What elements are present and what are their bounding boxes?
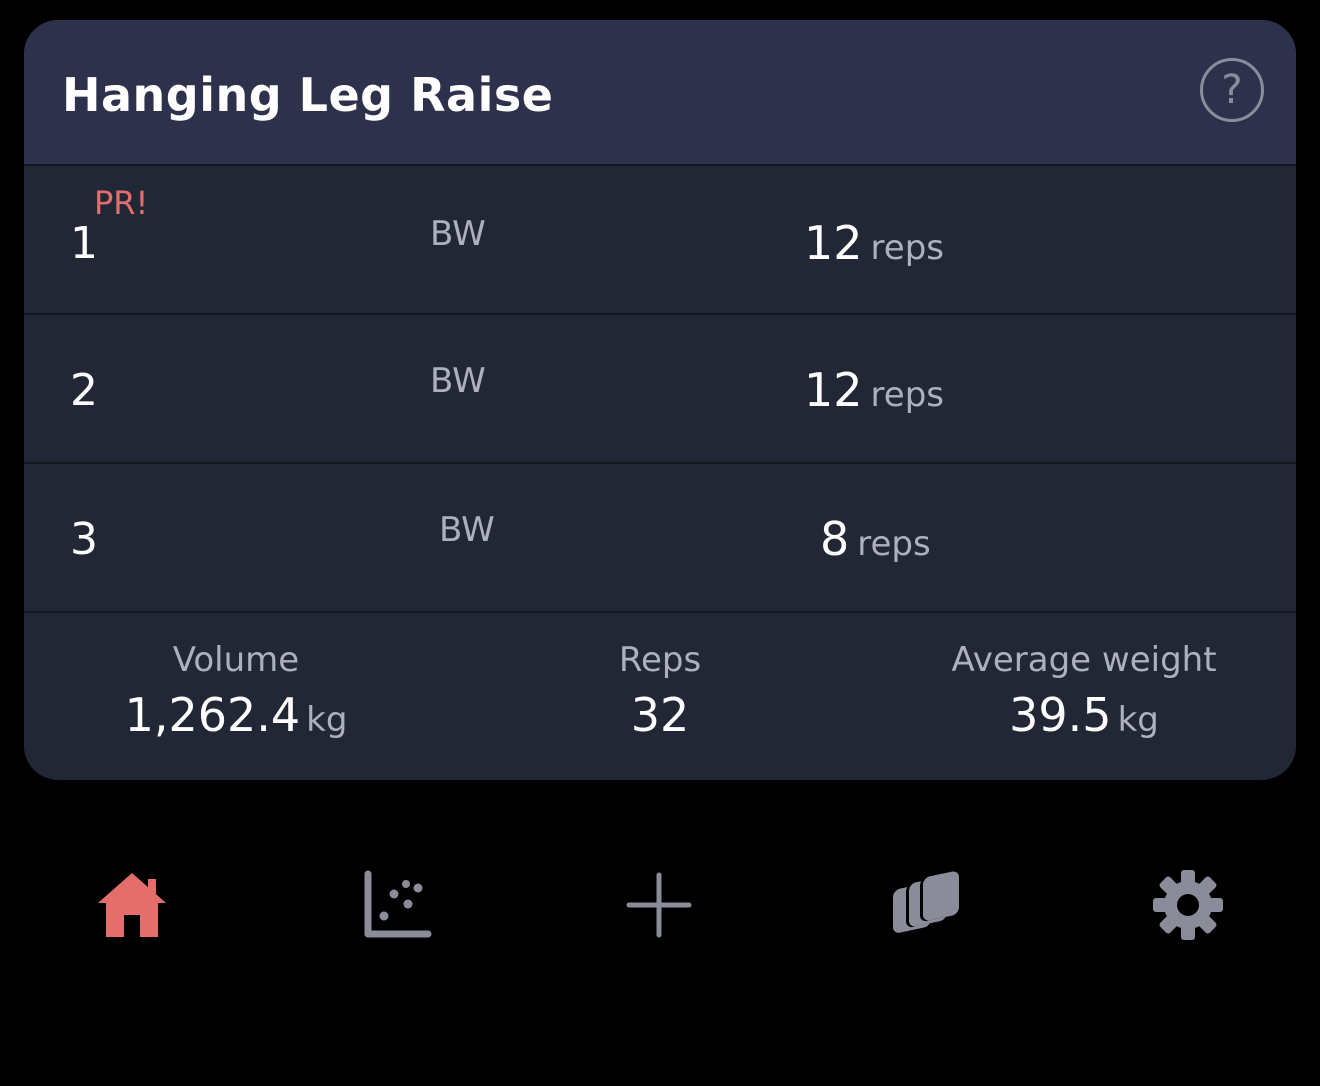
set-reps-value: 12 — [804, 216, 863, 270]
question-circle-icon: ? — [1221, 67, 1243, 113]
set-row[interactable]: 3 BW 8 reps — [24, 464, 1296, 613]
exercise-card: Hanging Leg Raise ? PR! 1 BW 12 reps 2 BW… — [24, 20, 1296, 780]
nav-home[interactable] — [87, 860, 177, 950]
exercise-title[interactable]: Hanging Leg Raise — [62, 68, 553, 122]
scatter-chart-icon — [364, 870, 432, 938]
card-header: Hanging Leg Raise ? — [24, 20, 1296, 166]
volume-stat: Volume 1,262.4 kg — [36, 640, 436, 742]
volume-value: 1,262.4 — [124, 688, 301, 742]
average-weight-stat: Average weight 39.5 kg — [884, 640, 1284, 742]
nav-statistics[interactable] — [352, 860, 442, 950]
set-reps-unit: reps — [870, 375, 944, 415]
gear-icon — [1153, 870, 1223, 940]
nav-add[interactable] — [614, 860, 704, 950]
plus-icon — [626, 872, 692, 938]
set-reps: 12 reps — [804, 363, 944, 417]
stacked-cards-icon — [893, 871, 959, 933]
average-weight-value: 39.5 — [1009, 688, 1112, 742]
reps-value: 32 — [630, 688, 690, 742]
set-weight: BW — [430, 214, 486, 254]
reps-label: Reps — [618, 640, 702, 680]
set-weight: BW — [439, 510, 495, 550]
set-row[interactable]: 2 BW 12 reps — [24, 315, 1296, 464]
set-reps-value: 12 — [804, 363, 863, 417]
set-reps-unit: reps — [857, 524, 931, 564]
volume-unit: kg — [306, 700, 348, 740]
set-row[interactable]: PR! 1 BW 12 reps — [24, 166, 1296, 315]
nav-settings[interactable] — [1143, 860, 1233, 950]
set-weight: BW — [430, 361, 486, 401]
set-number: 2 — [70, 365, 98, 416]
set-number: 1 — [70, 218, 98, 269]
set-reps: 8 reps — [820, 512, 931, 566]
average-weight-unit: kg — [1117, 700, 1159, 740]
bottom-nav — [0, 840, 1320, 970]
set-reps-value: 8 — [820, 512, 850, 566]
home-icon — [98, 873, 166, 937]
nav-workouts[interactable] — [880, 860, 970, 950]
workout-summary: Volume 1,262.4 kg Reps 32 Average weight … — [24, 612, 1296, 780]
set-reps: 12 reps — [804, 216, 944, 270]
set-number: 3 — [70, 514, 98, 565]
help-button[interactable]: ? — [1200, 58, 1264, 122]
pr-badge: PR! — [94, 184, 149, 222]
reps-stat: Reps 32 — [460, 640, 860, 742]
average-weight-label: Average weight — [951, 640, 1217, 680]
volume-label: Volume — [172, 640, 300, 680]
set-reps-unit: reps — [870, 228, 944, 268]
